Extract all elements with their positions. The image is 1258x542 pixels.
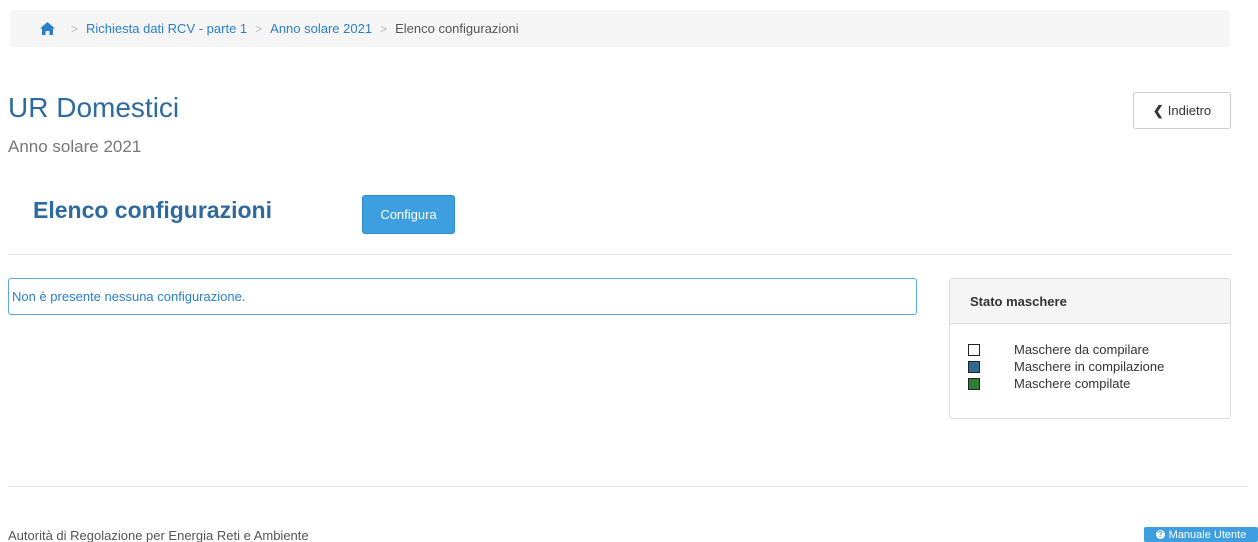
breadcrumb-link-anno[interactable]: Anno solare 2021 [270, 21, 372, 36]
legend-swatch-completed [968, 377, 980, 390]
legend-item: Maschere compilate [968, 375, 1230, 392]
status-panel-title: Stato maschere [950, 279, 1230, 324]
manual-button-label: Manuale Utente [1168, 528, 1247, 541]
page-title: UR Domestici [8, 92, 180, 123]
footer-organization: Autorità di Regolazione per Energia Reti… [8, 528, 309, 542]
status-legend: Maschere da compilare Maschere in compil… [950, 324, 1230, 392]
breadcrumb-separator: > [71, 21, 79, 36]
page-subtitle: Anno solare 2021 [8, 137, 142, 156]
legend-label: Maschere compilate [1014, 376, 1131, 391]
breadcrumb-separator: > [380, 21, 388, 36]
legend-item: Maschere da compilare [968, 341, 1230, 358]
divider [8, 254, 1232, 255]
chevron-left-icon: ❮ [1152, 102, 1164, 118]
legend-item: Maschere in compilazione [968, 358, 1230, 375]
configure-button[interactable]: Configura [362, 195, 455, 234]
breadcrumb-current: Elenco configurazioni [395, 21, 519, 36]
home-icon[interactable] [40, 22, 55, 35]
breadcrumb-separator: > [255, 21, 263, 36]
info-message: Non è presente nessuna configurazione. [8, 278, 917, 315]
breadcrumb: > Richiesta dati RCV - parte 1 > Anno so… [10, 10, 1230, 47]
footer-divider [8, 486, 1248, 487]
legend-label: Maschere da compilare [1014, 342, 1150, 357]
legend-swatch-empty [968, 343, 980, 356]
back-button-label: Indietro [1167, 103, 1212, 118]
legend-label: Maschere in compilazione [1014, 359, 1165, 374]
back-button[interactable]: ❮ Indietro [1133, 92, 1231, 129]
manual-button[interactable]: ? Manuale Utente [1144, 527, 1258, 542]
status-panel: Stato maschere Maschere da compilare Mas… [949, 278, 1231, 419]
question-circle-icon: ? [1155, 530, 1165, 539]
breadcrumb-link-richiesta[interactable]: Richiesta dati RCV - parte 1 [86, 21, 247, 36]
section-title: Elenco configurazioni [33, 197, 272, 223]
legend-swatch-in-progress [968, 360, 980, 373]
